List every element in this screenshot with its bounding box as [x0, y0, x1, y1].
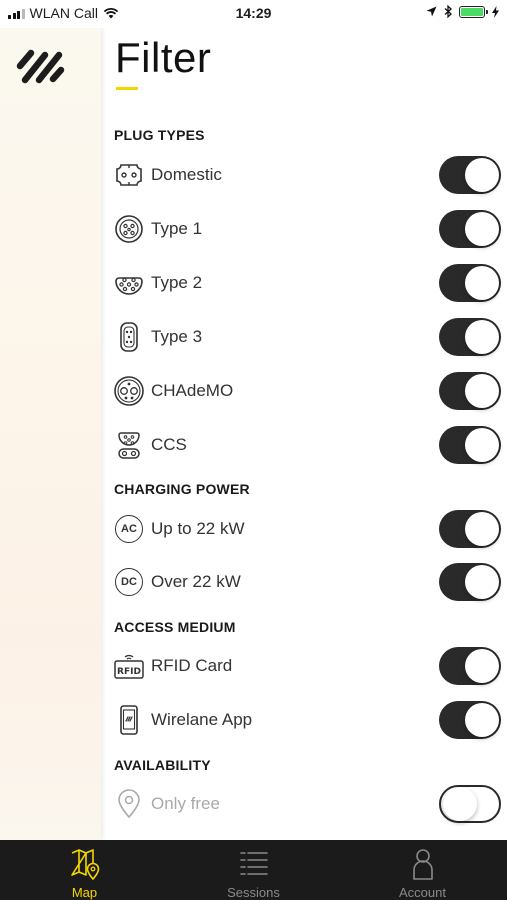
- toggle-knob: [465, 320, 499, 354]
- section-header-charging-power: CHARGING POWER: [114, 481, 250, 497]
- toggle-ccs[interactable]: [439, 426, 501, 464]
- toggle-knob: [465, 266, 499, 300]
- toggle-only-free[interactable]: [439, 785, 501, 823]
- toggle-domestic[interactable]: [439, 156, 501, 194]
- filter-label: Only free: [151, 794, 220, 813]
- dc-icon: DC: [113, 566, 145, 598]
- filter-label: Domestic: [151, 165, 222, 184]
- tab-label: Account: [399, 885, 446, 900]
- type1-plug-icon: [113, 213, 145, 245]
- tab-label: Map: [71, 885, 98, 900]
- filter-label: Type 2: [151, 273, 203, 292]
- toggle-ac[interactable]: [439, 510, 501, 548]
- toggle-knob: [465, 374, 499, 408]
- filter-row-app: Wirelane App: [113, 701, 505, 739]
- toggle-knob: [465, 703, 499, 737]
- chademo-plug-icon: [113, 375, 145, 407]
- toggle-type3[interactable]: [439, 318, 501, 356]
- tab-map[interactable]: Map: [0, 840, 169, 900]
- ac-badge: AC: [115, 515, 143, 543]
- filter-row-type2: Type 2: [113, 264, 505, 302]
- side-rail: [0, 28, 101, 840]
- phone-app-icon: [113, 704, 145, 736]
- toggle-knob: [465, 512, 499, 546]
- location-pin-icon: [113, 788, 145, 820]
- ac-icon: AC: [113, 513, 145, 545]
- sessions-list-icon: [239, 848, 269, 880]
- toggle-knob: [465, 649, 499, 683]
- battery-icon: [459, 5, 488, 18]
- title-accent-line: [116, 87, 138, 90]
- tab-sessions[interactable]: Sessions: [169, 840, 338, 900]
- status-bar: WLAN Call 14:29: [0, 0, 507, 28]
- toggle-knob: [443, 787, 477, 821]
- filter-label: Up to 22 kW: [151, 519, 245, 538]
- section-header-availability: AVAILABILITY: [114, 757, 211, 773]
- filter-panel: Filter PLUG TYPES Domestic Type 1 Type 2…: [101, 28, 507, 840]
- toggle-type1[interactable]: [439, 210, 501, 248]
- filter-row-type1: Type 1: [113, 210, 505, 248]
- wirelane-logo-icon[interactable]: [15, 46, 67, 91]
- filter-row-ac: AC Up to 22 kW: [113, 510, 505, 548]
- bluetooth-icon: [444, 5, 452, 18]
- tab-label: Sessions: [227, 885, 280, 900]
- toggle-dc[interactable]: [439, 563, 501, 601]
- tab-account[interactable]: Account: [338, 840, 507, 900]
- type2-plug-icon: [113, 267, 145, 299]
- filter-row-rfid: RFID RFID Card: [113, 647, 505, 685]
- filter-row-ccs: CCS: [113, 426, 505, 464]
- person-icon: [411, 848, 435, 880]
- section-header-access-medium: ACCESS MEDIUM: [114, 619, 236, 635]
- toggle-rfid[interactable]: [439, 647, 501, 685]
- filter-row-only-free: Only free: [113, 785, 505, 823]
- toggle-knob: [465, 212, 499, 246]
- map-icon: [70, 848, 100, 880]
- filter-row-domestic: Domestic: [113, 156, 505, 194]
- charging-bolt-icon: [492, 5, 499, 18]
- section-header-plug-types: PLUG TYPES: [114, 127, 205, 143]
- filter-label: Type 1: [151, 219, 203, 238]
- toggle-knob: [465, 158, 499, 192]
- filter-label: Wirelane App: [151, 710, 253, 729]
- filter-label: CHAdeMO: [151, 381, 234, 400]
- toggle-wirelane-app[interactable]: [439, 701, 501, 739]
- svg-text:RFID: RFID: [117, 667, 141, 677]
- domestic-plug-icon: [113, 159, 145, 191]
- toggle-knob: [465, 565, 499, 599]
- toggle-knob: [465, 428, 499, 462]
- rfid-card-icon: RFID: [113, 650, 145, 682]
- ccs-plug-icon: [113, 429, 145, 461]
- filter-row-type3: Type 3: [113, 318, 505, 356]
- toggle-type2[interactable]: [439, 264, 501, 302]
- filter-label: RFID Card: [151, 656, 233, 675]
- page-title: Filter: [115, 34, 212, 81]
- type3-plug-icon: [113, 321, 145, 353]
- location-arrow-icon: [426, 6, 437, 17]
- filter-label: Type 3: [151, 327, 203, 346]
- dc-badge: DC: [115, 568, 143, 596]
- bottom-tab-bar: Map Sessions Account: [0, 840, 507, 900]
- status-right: [426, 5, 499, 18]
- filter-row-dc: DC Over 22 kW: [113, 563, 505, 601]
- filter-row-chademo: CHAdeMO: [113, 372, 505, 410]
- filter-label: Over 22 kW: [151, 572, 241, 591]
- filter-label: CCS: [151, 435, 187, 454]
- toggle-chademo[interactable]: [439, 372, 501, 410]
